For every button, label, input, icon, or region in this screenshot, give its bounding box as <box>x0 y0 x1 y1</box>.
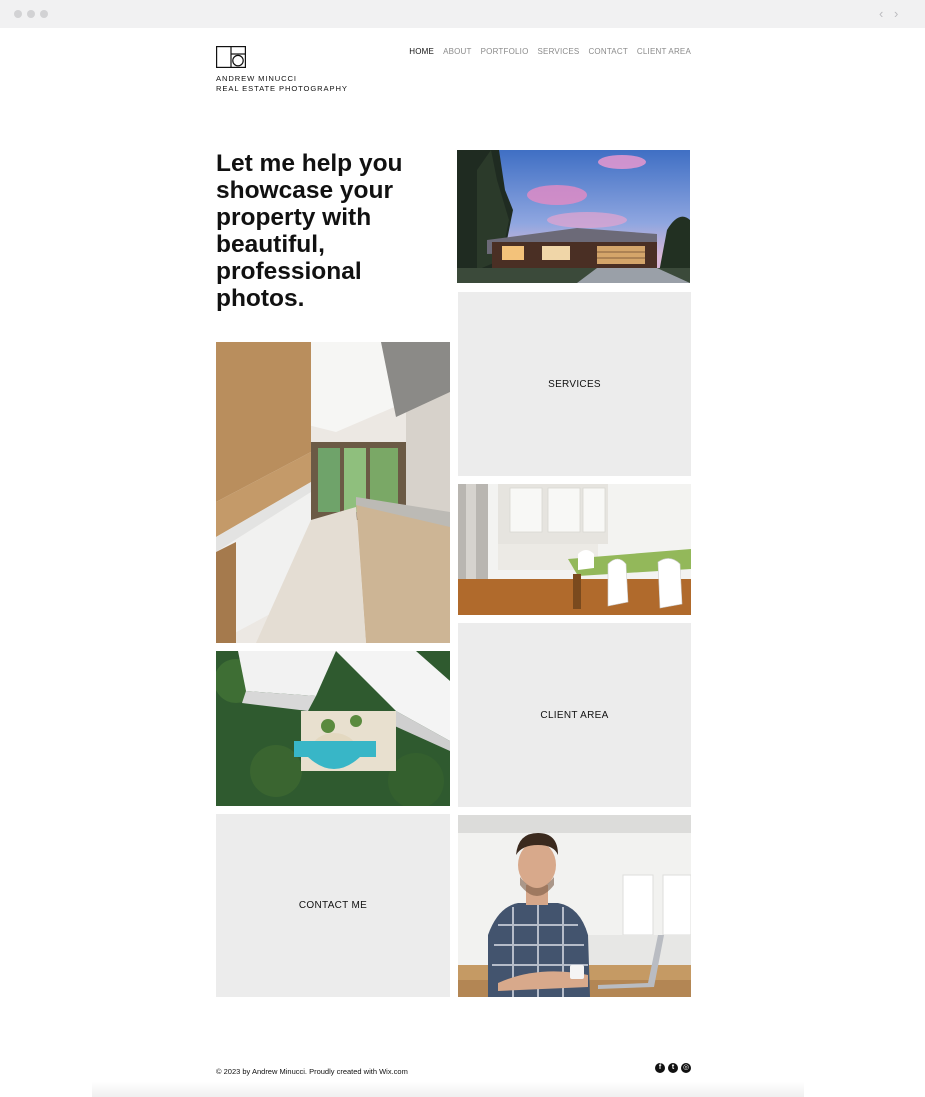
services-tile[interactable]: SERVICES <box>458 292 691 476</box>
nav-item-about[interactable]: ABOUT <box>443 47 472 56</box>
page-bottom-shadow <box>92 1082 804 1097</box>
kitchen-photo[interactable] <box>216 342 450 643</box>
main-nav: HOME ABOUT PORTFOLIO SERVICES CONTACT CL… <box>409 47 691 56</box>
contact-me-tile[interactable]: CONTACT ME <box>216 814 450 997</box>
dining-room-photo[interactable] <box>458 484 691 615</box>
logo-icon[interactable] <box>216 46 246 68</box>
nav-item-portfolio[interactable]: PORTFOLIO <box>481 47 529 56</box>
facebook-icon[interactable]: f <box>655 1063 665 1073</box>
chevron-right-icon[interactable]: › <box>894 6 898 22</box>
chevron-left-icon[interactable]: ‹ <box>879 6 883 22</box>
footer-copyright: © 2023 by Andrew Minucci. Proudly create… <box>216 1067 408 1076</box>
brand-line-tagline: REAL ESTATE PHOTOGRAPHY <box>216 84 348 93</box>
window-close-dot[interactable] <box>14 10 22 18</box>
contact-me-tile-label: CONTACT ME <box>298 900 368 911</box>
nav-item-services[interactable]: SERVICES <box>538 47 580 56</box>
nav-item-client-area[interactable]: CLIENT AREA <box>637 47 691 56</box>
browser-chrome: ‹ › <box>0 0 925 28</box>
twitter-icon[interactable]: t <box>668 1063 678 1073</box>
brand-line-name: ANDREW MINUCCI <box>216 74 297 83</box>
photographer-portrait-photo[interactable] <box>458 815 691 997</box>
window-maximize-dot[interactable] <box>40 10 48 18</box>
brand-name[interactable]: ANDREW MINUCCI REAL ESTATE PHOTOGRAPHY <box>216 74 348 94</box>
instagram-icon[interactable]: ◎ <box>681 1063 691 1073</box>
client-area-tile[interactable]: CLIENT AREA <box>458 623 691 807</box>
client-area-tile-label: CLIENT AREA <box>540 709 609 721</box>
window-minimize-dot[interactable] <box>27 10 35 18</box>
nav-item-contact[interactable]: CONTACT <box>588 47 627 56</box>
nav-item-home[interactable]: HOME <box>409 47 434 56</box>
services-tile-label: SERVICES <box>548 378 601 390</box>
house-exterior-photo[interactable] <box>457 150 690 283</box>
social-links: f t ◎ <box>655 1063 691 1073</box>
aerial-pool-photo[interactable] <box>216 651 450 806</box>
hero-headline: Let me help you showcase your property w… <box>216 150 403 312</box>
